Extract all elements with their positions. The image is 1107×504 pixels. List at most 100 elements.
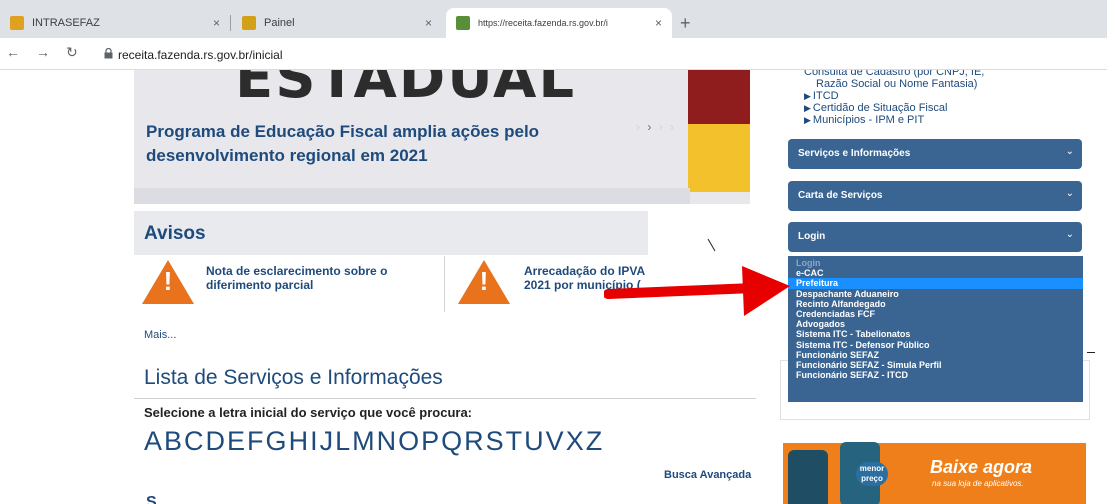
letter-link-m[interactable]: M	[352, 426, 377, 456]
login-option[interactable]: Login	[788, 258, 1083, 268]
app-banner-subtitle: na sua loja de aplicativos.	[932, 479, 1024, 488]
sidebar-links: Consulta de Cadastro (por CNPJ, IE, Razã…	[804, 70, 1084, 126]
lista-title: Lista de Serviços e Informações	[144, 366, 443, 389]
letter-link-p[interactable]: P	[421, 426, 441, 456]
sidebar-link[interactable]: ▶ Municípios - IPM e PIT	[804, 114, 1084, 126]
sidebar-link[interactable]: ▶ Certidão de Situação Fiscal	[804, 102, 1084, 114]
bullet-icon: ▶	[804, 115, 811, 125]
sidebar-link[interactable]: ▶ ITCD	[804, 90, 1084, 102]
app-banner-headline: Baixe agora	[930, 457, 1033, 477]
letter-link-r[interactable]: R	[464, 426, 486, 456]
tab-receita[interactable]: https://receita.fazenda.rs.gov.br/i ×	[446, 8, 672, 38]
letter-link-j[interactable]: J	[320, 426, 336, 456]
letter-link-t[interactable]: T	[506, 426, 525, 456]
carousel-dot-icon[interactable]: ›	[670, 120, 676, 134]
close-tab-icon[interactable]: ×	[213, 16, 220, 30]
bullet-icon: ▶	[804, 103, 811, 113]
close-tab-icon[interactable]: ×	[425, 16, 432, 30]
page-content: ESTADUAL Programa de Educação Fiscal amp…	[0, 70, 1107, 504]
banner-yellow-decoration	[688, 124, 750, 192]
mouse-cursor-icon	[707, 238, 716, 252]
banner-heading: ESTADUAL	[235, 70, 577, 111]
login-select[interactable]: Login ⌄	[788, 222, 1082, 252]
letter-link-u[interactable]: U	[524, 426, 546, 456]
login-option[interactable]: Funcionário SEFAZ - Simula Perfil	[788, 360, 1083, 370]
avisos-header-bar	[134, 211, 648, 255]
login-dropdown-list: Login e-CAC Prefeitura Despachante Aduan…	[788, 256, 1083, 402]
painel-favicon-icon	[242, 16, 256, 30]
intrasefaz-favicon-icon	[10, 16, 24, 30]
letter-link-q[interactable]: Q	[441, 426, 464, 456]
avisos-title: Avisos	[144, 223, 206, 244]
letter-link-l[interactable]: L	[335, 426, 352, 456]
tab-title: Painel	[264, 17, 295, 29]
chevron-down-icon: ⌄	[1065, 188, 1074, 199]
divider	[1087, 352, 1095, 353]
back-icon[interactable]: ←	[6, 44, 20, 60]
warning-mark-icon: !	[163, 266, 173, 296]
carousel-dot-icon[interactable]: ›	[659, 120, 665, 134]
url-field[interactable]: receita.fazenda.rs.gov.br/inicial	[118, 48, 283, 62]
login-option-selected[interactable]: Prefeitura	[788, 278, 1083, 289]
banner-red-decoration	[688, 70, 750, 124]
tab-title: https://receita.fazenda.rs.gov.br/i	[478, 18, 608, 28]
letter-link-h[interactable]: H	[289, 426, 311, 456]
servicos-informacoes-button[interactable]: Serviços e Informações ⌄	[788, 139, 1082, 169]
letter-link-v[interactable]: V	[546, 426, 566, 456]
warning-mark-icon: !	[479, 266, 489, 296]
lock-icon	[104, 48, 113, 59]
tab-intrasefaz[interactable]: INTRASEFAZ ×	[0, 8, 230, 38]
sidebar-link-continued[interactable]: Razão Social ou Nome Fantasia)	[804, 78, 1084, 90]
reload-icon[interactable]: ↻	[66, 44, 78, 61]
letter-link-f[interactable]: F	[247, 426, 266, 456]
login-option[interactable]: Sistema ITC - Defensor Público	[788, 340, 1083, 350]
forward-icon[interactable]: →	[36, 44, 50, 60]
login-option[interactable]: Funcionário SEFAZ	[788, 350, 1083, 360]
letter-link-z[interactable]: Z	[586, 426, 605, 456]
login-option[interactable]: Advogados	[788, 319, 1083, 329]
divider	[134, 398, 756, 399]
letter-link-g[interactable]: G	[266, 426, 289, 456]
banner-footer-strip	[134, 188, 690, 204]
login-option[interactable]: Recinto Alfandegado	[788, 299, 1083, 309]
login-option[interactable]: Funcionário SEFAZ - ITCD	[788, 370, 1083, 380]
letter-link-a[interactable]: A	[144, 426, 164, 456]
divider	[444, 256, 445, 312]
letter-link-s[interactable]: S	[486, 426, 506, 456]
alphabet-index: ABCDEFGHIJLMNOPQRSTUVXZ	[144, 426, 604, 457]
login-option[interactable]: Sistema ITC - Tabelionatos	[788, 329, 1083, 339]
aviso-link[interactable]: Nota de esclarecimento sobre o diferimen…	[206, 264, 434, 292]
sidebar-link[interactable]: Consulta de Cadastro (por CNPJ, IE,	[804, 70, 1084, 78]
chevron-down-icon: ⌄	[1065, 146, 1074, 157]
letter-link-o[interactable]: O	[398, 426, 421, 456]
login-option[interactable]: e-CAC	[788, 268, 1083, 278]
news-title-link[interactable]: Programa de Educação Fiscal amplia ações…	[146, 120, 586, 168]
receita-favicon-icon	[456, 16, 470, 30]
phone-illustration-icon	[788, 450, 828, 504]
carta-servicos-button[interactable]: Carta de Serviços ⌄	[788, 181, 1082, 211]
login-option[interactable]: Despachante Aduaneiro	[788, 289, 1083, 299]
carousel-indicators: › › › ›	[636, 120, 676, 134]
tab-separator	[230, 15, 231, 31]
advanced-search-link[interactable]: Busca Avançada	[664, 469, 751, 481]
address-bar: ← → ↻ receita.fazenda.rs.gov.br/inicial	[0, 38, 1107, 70]
letter-link-e[interactable]: E	[227, 426, 247, 456]
tab-title: INTRASEFAZ	[32, 17, 100, 29]
carousel-dot-icon[interactable]: ›	[647, 120, 653, 134]
chevron-down-icon: ⌄	[1065, 229, 1074, 240]
annotation-arrow-icon	[604, 266, 790, 316]
carousel-dot-icon[interactable]: ›	[636, 120, 642, 134]
more-avisos-link[interactable]: Mais...	[144, 329, 176, 341]
letter-link-c[interactable]: C	[184, 426, 206, 456]
new-tab-button[interactable]: +	[680, 13, 691, 34]
letter-link-d[interactable]: D	[206, 426, 228, 456]
letter-link-x[interactable]: X	[566, 426, 586, 456]
letter-link-n[interactable]: N	[377, 426, 399, 456]
close-tab-icon[interactable]: ×	[655, 16, 662, 30]
letter-link-b[interactable]: B	[164, 426, 184, 456]
letter-link-i[interactable]: I	[310, 426, 320, 456]
login-option[interactable]: Credenciadas FCF	[788, 309, 1083, 319]
menor-preco-logo: menor preço	[856, 462, 888, 486]
section-heading-partial: S	[146, 494, 157, 504]
tab-painel[interactable]: Painel ×	[232, 8, 442, 38]
